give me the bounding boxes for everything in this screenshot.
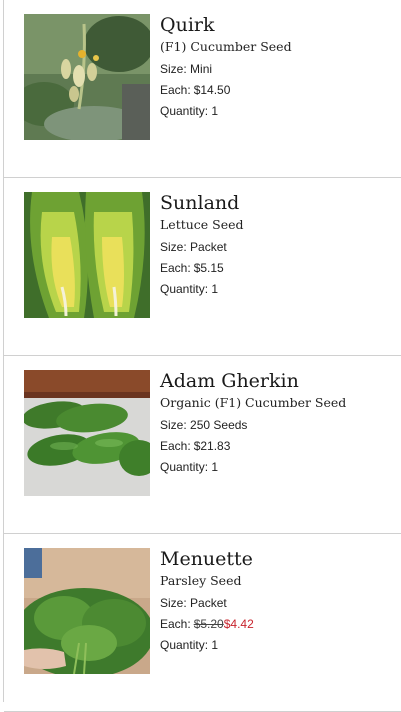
- item-price: Each: $5.15: [160, 261, 224, 275]
- item-quantity: Quantity: 1: [160, 104, 219, 118]
- cart-item-menuette: Menuette Parsley Seed Size: Packet Each:…: [4, 534, 401, 712]
- item-price: Each: $5.20$4.42: [160, 617, 254, 631]
- item-price: Each: $21.83: [160, 439, 231, 453]
- cucumber-vine-photo: [24, 14, 150, 140]
- item-details: Adam Gherkin Organic (F1) Cucumber Seed …: [160, 369, 397, 475]
- item-details: Sunland Lettuce Seed Size: Packet Each: $…: [160, 191, 397, 297]
- product-name[interactable]: Sunland: [160, 191, 397, 215]
- cart-item-adam-gherkin: Adam Gherkin Organic (F1) Cucumber Seed …: [4, 356, 401, 534]
- sale-price: $4.42: [223, 617, 254, 631]
- item-size: Size: Packet: [160, 240, 227, 254]
- parsley-bunch-photo: [24, 548, 150, 674]
- product-subtitle: Lettuce Seed: [160, 217, 244, 232]
- product-subtitle: Parsley Seed: [160, 573, 242, 588]
- product-image-link[interactable]: [24, 548, 150, 674]
- item-quantity: Quantity: 1: [160, 460, 219, 474]
- cart-item-quirk: Quirk (F1) Cucumber Seed Size: Mini Each…: [4, 0, 401, 178]
- product-name[interactable]: Adam Gherkin: [160, 369, 397, 393]
- romaine-lettuce-photo: [24, 192, 150, 318]
- item-quantity: Quantity: 1: [160, 638, 219, 652]
- item-size: Size: 250 Seeds: [160, 418, 248, 432]
- product-subtitle: (F1) Cucumber Seed: [160, 39, 292, 54]
- cart-item-sunland: Sunland Lettuce Seed Size: Packet Each: $…: [4, 178, 401, 356]
- gherkin-cucumbers-photo: [24, 370, 150, 496]
- item-quantity: Quantity: 1: [160, 282, 219, 296]
- product-name[interactable]: Quirk: [160, 13, 397, 37]
- original-price: $5.20: [193, 617, 224, 631]
- product-image-link[interactable]: [24, 192, 150, 318]
- item-size: Size: Packet: [160, 596, 227, 610]
- product-subtitle: Organic (F1) Cucumber Seed: [160, 395, 347, 410]
- product-name[interactable]: Menuette: [160, 547, 397, 571]
- item-size: Size: Mini: [160, 62, 213, 76]
- product-image-link[interactable]: [24, 370, 150, 496]
- item-price: Each: $14.50: [160, 83, 231, 97]
- item-details: Quirk (F1) Cucumber Seed Size: Mini Each…: [160, 13, 397, 119]
- item-details: Menuette Parsley Seed Size: Packet Each:…: [160, 547, 397, 653]
- product-image-link[interactable]: [24, 14, 150, 140]
